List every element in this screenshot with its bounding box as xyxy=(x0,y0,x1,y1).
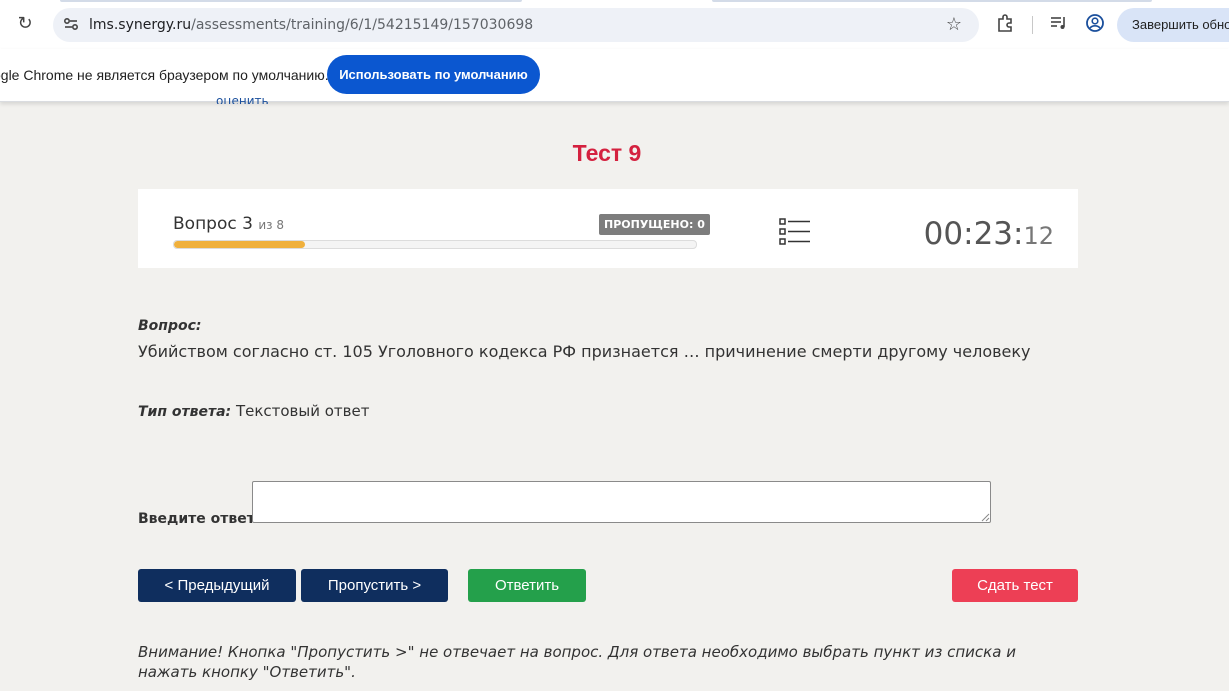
media-controls-icon[interactable] xyxy=(1047,13,1071,37)
profile-icon-svg xyxy=(1086,14,1104,32)
toolbar-separator xyxy=(1032,16,1033,34)
answer-button[interactable]: Ответить xyxy=(468,569,586,602)
question-counter: Вопрос 3 из 8 xyxy=(173,214,284,234)
answer-label: Введите ответ: xyxy=(138,511,261,527)
bookmark-star-icon[interactable]: ☆ xyxy=(943,14,965,36)
question-list-icon-svg xyxy=(779,218,810,245)
answer-type-row: Тип ответа: Текстовый ответ xyxy=(138,402,369,420)
progress-bar xyxy=(173,240,697,249)
tab-strip-edge xyxy=(712,0,1152,2)
previous-button[interactable]: < Предыдущий xyxy=(138,569,296,602)
timer: 00:23:12 xyxy=(924,216,1054,252)
answer-type-value: Текстовый ответ xyxy=(235,402,370,420)
address-bar[interactable]: lms.synergy.ru/assessments/training/6/1/… xyxy=(53,8,979,42)
media-controls-icon-svg xyxy=(1051,17,1065,29)
infobar-message: ogle Chrome не является браузером по умо… xyxy=(0,67,329,83)
question-label: Вопрос: xyxy=(138,318,202,334)
skip-button[interactable]: Пропустить > xyxy=(301,569,448,602)
answer-input[interactable] xyxy=(252,481,991,523)
profile-icon[interactable] xyxy=(1083,13,1107,37)
url-host: lms.synergy.ru xyxy=(89,17,192,33)
timer-main: 00:23: xyxy=(923,216,1024,252)
set-default-browser-button[interactable]: Использовать по умолчанию xyxy=(327,55,540,94)
extensions-icon-svg xyxy=(998,14,1012,32)
question-text: Убийством согласно ст. 105 Уголовного ко… xyxy=(138,342,1031,361)
skipped-badge: ПРОПУЩЕНО: 0 xyxy=(599,214,710,235)
default-browser-infobar: ogle Chrome не является браузером по умо… xyxy=(0,49,1229,102)
tab-strip-edge xyxy=(60,0,522,2)
question-list-icon[interactable] xyxy=(779,217,811,247)
reload-icon[interactable]: ↻ xyxy=(14,13,36,35)
timer-seconds: 12 xyxy=(1023,222,1054,250)
url-path: /assessments/training/6/1/54215149/15703… xyxy=(191,17,534,33)
resize-grip-icon[interactable] xyxy=(981,513,990,522)
answer-type-label: Тип ответа: xyxy=(138,404,232,420)
browser-toolbar: ↻ lms.synergy.ru/assessments/training/6/… xyxy=(0,0,1229,49)
site-settings-icon[interactable] xyxy=(61,15,81,35)
question-total: из 8 xyxy=(258,218,284,232)
question-status-panel: Вопрос 3 из 8 ПРОПУЩЕНО: 0 00:23:12 xyxy=(138,189,1078,268)
submit-test-button[interactable]: Сдать тест xyxy=(952,569,1078,602)
extensions-icon[interactable] xyxy=(993,13,1017,37)
skip-warning-notice: Внимание! Кнопка "Пропустить >" не отвеч… xyxy=(138,643,1016,681)
test-title: Тест 9 xyxy=(572,140,642,166)
rate-link[interactable]: оценить xyxy=(216,98,269,104)
url-text[interactable]: lms.synergy.ru/assessments/training/6/1/… xyxy=(89,8,533,42)
update-browser-button[interactable]: Завершить обнов xyxy=(1117,8,1229,42)
question-number: Вопрос 3 xyxy=(173,214,253,234)
site-settings-icon-svg xyxy=(63,17,79,31)
progress-fill xyxy=(174,241,305,248)
